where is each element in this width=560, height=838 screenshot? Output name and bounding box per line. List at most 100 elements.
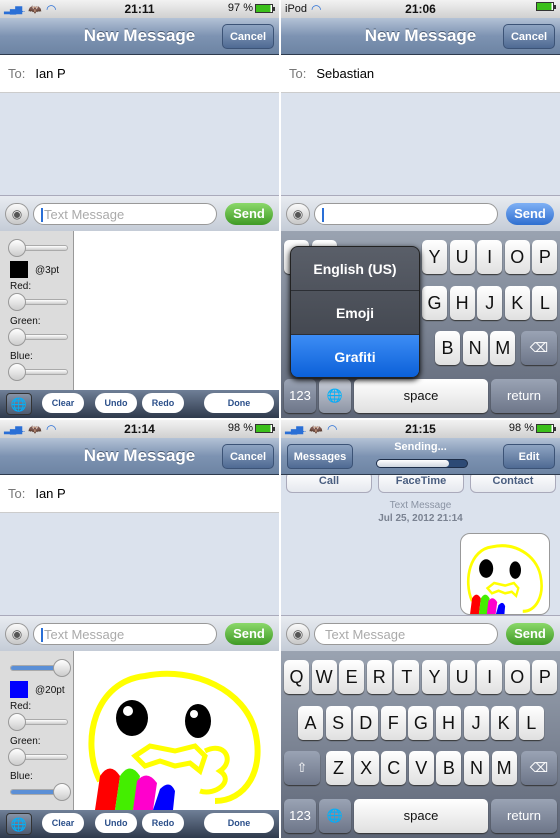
cancel-button[interactable]: Cancel <box>503 24 555 49</box>
key-y[interactable]: Y <box>422 240 447 274</box>
key-j[interactable]: J <box>477 286 503 320</box>
undo-button[interactable]: Undo <box>95 393 137 413</box>
space-key[interactable]: space <box>354 799 488 833</box>
backspace-key[interactable]: ⌫ <box>521 751 557 785</box>
key-m[interactable]: M <box>490 331 516 365</box>
shift-key[interactable]: ⇧ <box>284 751 320 785</box>
message-input[interactable]: Text Message <box>33 203 217 225</box>
language-option-english[interactable]: English (US) <box>291 247 419 291</box>
to-field[interactable]: To: Ian P <box>0 475 279 513</box>
done-button[interactable]: Done <box>204 813 274 833</box>
key-j[interactable]: J <box>463 706 489 740</box>
key-a[interactable]: A <box>298 706 323 740</box>
key-h[interactable]: H <box>449 286 475 320</box>
globe-icon[interactable]: 🌐 <box>6 813 32 835</box>
redo-button[interactable]: Redo <box>142 393 184 413</box>
key-f[interactable]: F <box>380 706 406 740</box>
key-t[interactable]: T <box>394 660 420 694</box>
keyboard: Q W E R T Y U I O P A S D F G H J K L ⇧ Z X C V B N M ⌫ 123 🌐 space ret… <box>281 651 560 838</box>
done-button[interactable]: Done <box>204 393 274 413</box>
key-y[interactable]: Y <box>422 660 447 694</box>
key-e[interactable]: E <box>339 660 365 694</box>
return-key[interactable]: return <box>491 799 557 833</box>
numbers-key[interactable]: 123 <box>284 799 316 833</box>
key-c[interactable]: C <box>381 751 407 785</box>
camera-icon[interactable]: ◉ <box>5 203 29 225</box>
clear-button[interactable]: Clear <box>42 393 84 413</box>
key-p[interactable]: P <box>532 240 558 274</box>
status-bar: ▂▄▆.. 🦇 ◠ 21:11 97 % <box>0 0 279 18</box>
send-button[interactable]: Send <box>225 623 273 645</box>
drawing-canvas[interactable] <box>75 651 279 810</box>
key-z[interactable]: Z <box>326 751 351 785</box>
send-progress-bar <box>376 459 468 468</box>
key-g[interactable]: G <box>408 706 434 740</box>
key-n[interactable]: N <box>462 331 488 365</box>
message-input[interactable]: Text Message <box>314 623 498 645</box>
key-d[interactable]: D <box>353 706 379 740</box>
send-button[interactable]: Send <box>225 203 273 225</box>
green-slider[interactable] <box>8 748 68 766</box>
message-input[interactable]: Text Message <box>33 623 217 645</box>
green-slider[interactable] <box>8 328 68 346</box>
language-option-emoji[interactable]: Emoji <box>291 291 419 335</box>
globe-key[interactable]: 🌐 <box>319 379 351 413</box>
battery-percent: 98 % <box>508 422 534 434</box>
space-key[interactable]: space <box>354 379 488 413</box>
color-swatch <box>10 261 28 278</box>
camera-icon[interactable]: ◉ <box>286 623 310 645</box>
return-key[interactable]: return <box>491 379 557 413</box>
numbers-key[interactable]: 123 <box>284 379 316 413</box>
blue-slider[interactable] <box>10 783 71 801</box>
key-u[interactable]: U <box>449 660 475 694</box>
key-n[interactable]: N <box>464 751 489 785</box>
cancel-button[interactable]: Cancel <box>222 24 274 49</box>
sent-image-bubble[interactable] <box>460 533 550 615</box>
key-b[interactable]: B <box>435 331 460 365</box>
redo-button[interactable]: Redo <box>142 813 184 833</box>
backspace-key[interactable]: ⌫ <box>521 331 557 365</box>
globe-key[interactable]: 🌐 <box>319 799 351 833</box>
key-q[interactable]: Q <box>284 660 309 694</box>
key-x[interactable]: X <box>353 751 379 785</box>
undo-button[interactable]: Undo <box>95 813 137 833</box>
key-s[interactable]: S <box>325 706 351 740</box>
key-i[interactable]: I <box>477 240 503 274</box>
clear-button[interactable]: Clear <box>42 813 84 833</box>
cancel-button[interactable]: Cancel <box>222 444 274 469</box>
input-bar: ◉ Send <box>281 195 560 231</box>
key-h[interactable]: H <box>436 706 461 740</box>
to-field[interactable]: To: Ian P <box>0 55 279 93</box>
globe-icon[interactable]: 🌐 <box>6 393 32 415</box>
send-button[interactable]: Send <box>506 623 554 645</box>
key-l[interactable]: L <box>532 286 558 320</box>
brush-size-slider[interactable] <box>8 239 68 257</box>
key-v[interactable]: V <box>408 751 434 785</box>
red-slider[interactable] <box>8 713 68 731</box>
key-g[interactable]: G <box>422 286 447 320</box>
key-i[interactable]: I <box>477 660 503 694</box>
key-o[interactable]: O <box>504 660 530 694</box>
blue-slider[interactable] <box>8 363 68 381</box>
key-o[interactable]: O <box>504 240 530 274</box>
key-w[interactable]: W <box>311 660 337 694</box>
brush-size-slider[interactable] <box>10 659 71 677</box>
key-r[interactable]: R <box>366 660 392 694</box>
language-option-grafiti[interactable]: Grafiti <box>291 335 419 377</box>
edit-button[interactable]: Edit <box>503 444 555 469</box>
drawing-canvas[interactable] <box>75 231 279 390</box>
camera-icon[interactable]: ◉ <box>286 203 310 225</box>
key-k[interactable]: K <box>491 706 517 740</box>
key-p[interactable]: P <box>532 660 558 694</box>
key-u[interactable]: U <box>449 240 475 274</box>
key-k[interactable]: K <box>504 286 530 320</box>
to-field[interactable]: To: Sebastian <box>281 55 560 93</box>
status-bar: ▂▄▆.. 🦇 ◠ 21:14 98 % <box>0 420 279 438</box>
message-input[interactable] <box>314 203 498 225</box>
red-slider[interactable] <box>8 293 68 311</box>
send-button[interactable]: Send <box>506 203 554 225</box>
key-m[interactable]: M <box>491 751 517 785</box>
key-l[interactable]: L <box>518 706 544 740</box>
camera-icon[interactable]: ◉ <box>5 623 29 645</box>
key-b[interactable]: B <box>436 751 462 785</box>
